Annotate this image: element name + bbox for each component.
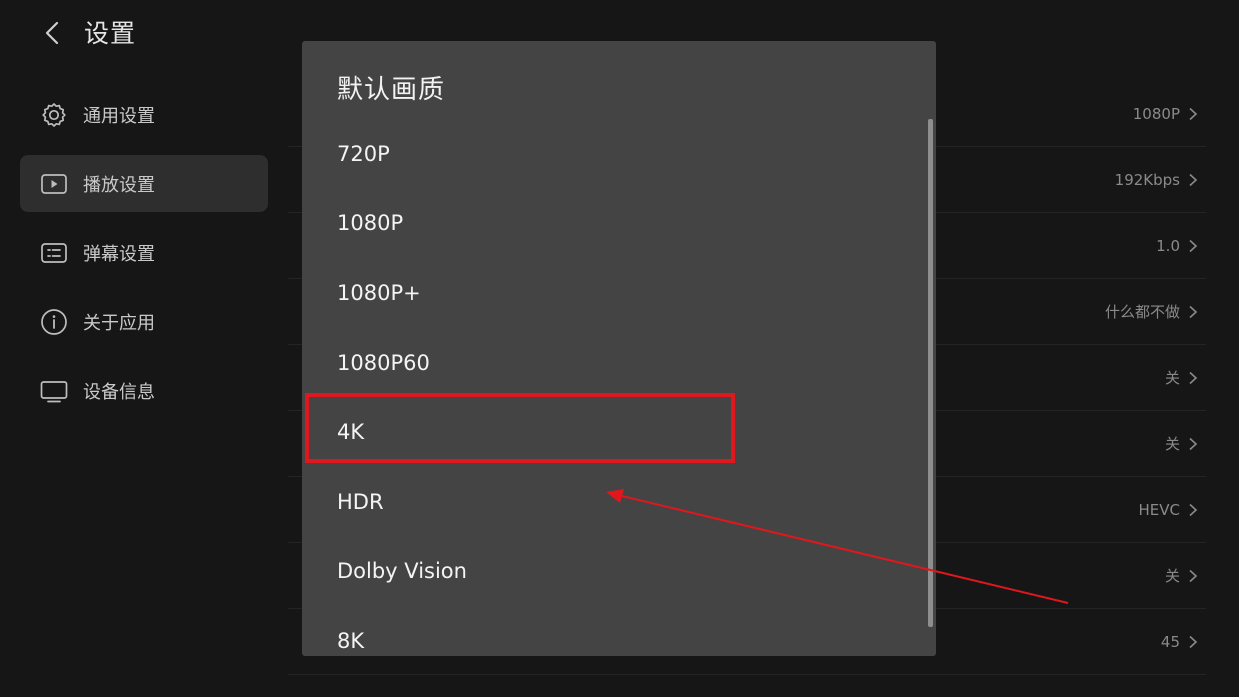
option-label: 1080P+ bbox=[337, 280, 421, 305]
quality-option-hdr[interactable]: HDR bbox=[302, 467, 928, 537]
play-icon bbox=[41, 173, 67, 194]
sidebar-item-label: 播放设置 bbox=[83, 174, 155, 196]
dialog-title: 默认画质 bbox=[337, 75, 446, 105]
quality-option-1080p[interactable]: 1080P bbox=[302, 189, 928, 259]
monitor-icon bbox=[40, 380, 68, 402]
sidebar-item-playback[interactable]: 播放设置 bbox=[20, 155, 268, 212]
sidebar-item-label: 通用设置 bbox=[83, 105, 155, 127]
sidebar-item-about[interactable]: 关于应用 bbox=[20, 293, 268, 350]
default-quality-dialog: 默认画质 720P 1080P 1080P+ 1080P60 4K HDR Do… bbox=[302, 41, 936, 656]
sidebar-item-general[interactable]: 通用设置 bbox=[20, 86, 268, 143]
quality-option-1080p60[interactable]: 1080P60 bbox=[302, 328, 928, 398]
quality-option-8k[interactable]: 8K bbox=[302, 606, 928, 656]
option-label: Dolby Vision bbox=[337, 559, 467, 584]
option-label: 720P bbox=[337, 141, 390, 166]
quality-option-list: 720P 1080P 1080P+ 1080P60 4K HDR Dolby V… bbox=[302, 119, 928, 656]
back-arrow-icon[interactable] bbox=[40, 20, 66, 46]
setting-value: HEVC bbox=[1138, 500, 1181, 519]
setting-value: 关 bbox=[1164, 566, 1180, 585]
quality-option-dolby-vision[interactable]: Dolby Vision bbox=[302, 537, 928, 607]
setting-value: 1080P bbox=[1132, 104, 1180, 123]
info-icon bbox=[41, 308, 67, 335]
option-label: 1080P60 bbox=[337, 350, 430, 375]
setting-value: 关 bbox=[1164, 368, 1180, 387]
quality-option-1080p-plus[interactable]: 1080P+ bbox=[302, 258, 928, 328]
quality-option-720p[interactable]: 720P bbox=[302, 119, 928, 189]
chevron-right-icon bbox=[1189, 305, 1198, 318]
page-title: 设置 bbox=[84, 19, 137, 48]
sidebar-item-label: 设备信息 bbox=[83, 381, 155, 403]
option-label: 8K bbox=[337, 628, 365, 653]
chevron-right-icon bbox=[1189, 569, 1198, 582]
settings-page: 设置 通用设置 播放设置 弹幕设置 关于应用 设备信息 1080P 192Kbp… bbox=[0, 0, 1239, 697]
gear-icon bbox=[42, 102, 66, 127]
sidebar: 通用设置 播放设置 弹幕设置 关于应用 设备信息 bbox=[20, 86, 268, 431]
sidebar-item-label: 弹幕设置 bbox=[83, 243, 155, 265]
danmaku-icon bbox=[41, 242, 67, 263]
dialog-scrollbar[interactable] bbox=[928, 119, 933, 627]
setting-value: 1.0 bbox=[1156, 236, 1180, 255]
sidebar-item-label: 关于应用 bbox=[83, 312, 155, 334]
option-label: HDR bbox=[337, 489, 384, 514]
chevron-right-icon bbox=[1189, 239, 1198, 252]
chevron-right-icon bbox=[1189, 173, 1198, 186]
setting-value: 关 bbox=[1164, 434, 1180, 453]
chevron-right-icon bbox=[1189, 437, 1198, 450]
sidebar-item-danmaku[interactable]: 弹幕设置 bbox=[20, 224, 268, 281]
option-label: 1080P bbox=[337, 211, 404, 236]
sidebar-item-device[interactable]: 设备信息 bbox=[20, 362, 268, 419]
annotation-highlight-box bbox=[305, 393, 735, 463]
chevron-right-icon bbox=[1189, 107, 1198, 120]
chevron-right-icon bbox=[1189, 371, 1198, 384]
chevron-right-icon bbox=[1189, 635, 1198, 648]
chevron-right-icon bbox=[1189, 503, 1198, 516]
setting-value: 192Kbps bbox=[1114, 170, 1180, 189]
setting-value: 45 bbox=[1160, 632, 1180, 651]
setting-value: 什么都不做 bbox=[1104, 302, 1180, 321]
